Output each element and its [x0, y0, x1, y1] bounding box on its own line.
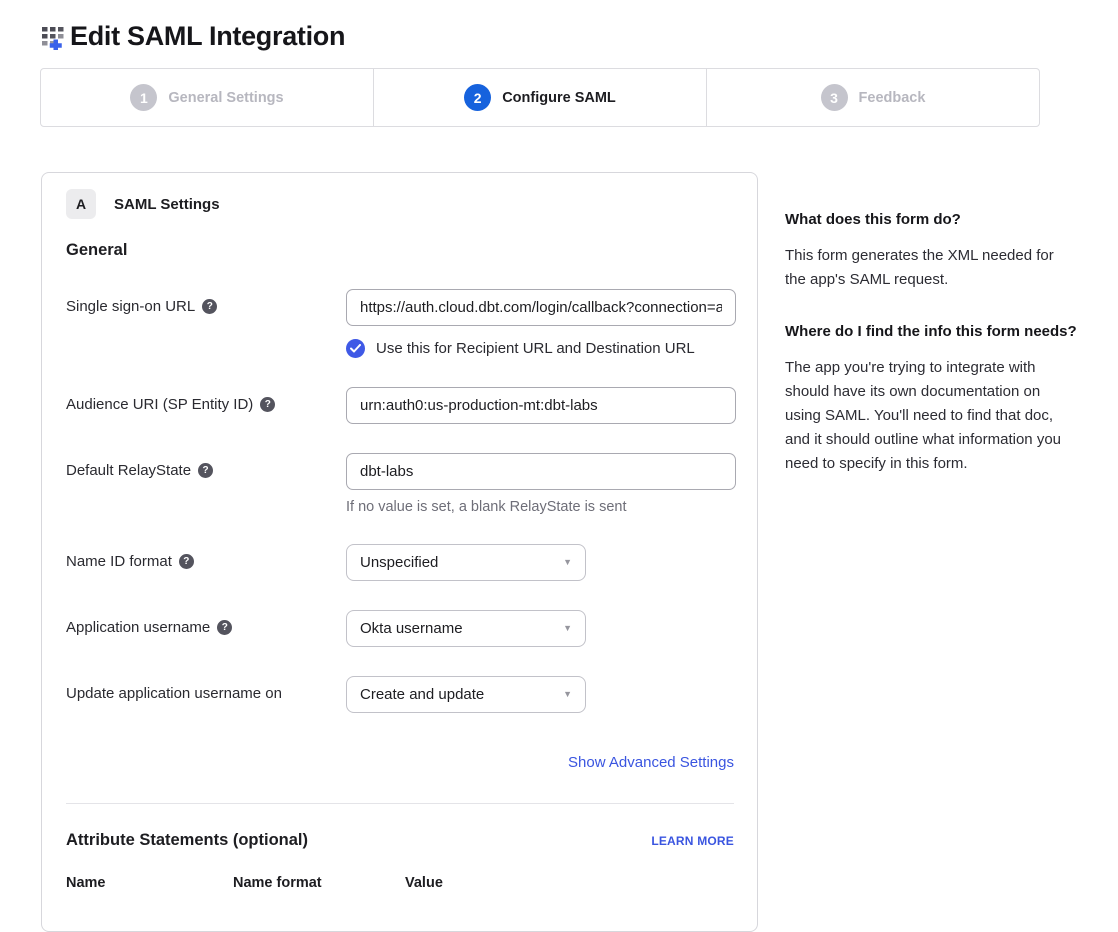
- name-id-format-label: Name ID format: [66, 553, 172, 572]
- audience-uri-input[interactable]: [346, 387, 736, 424]
- card-header: A SAML Settings: [66, 189, 734, 219]
- audience-uri-label: Audience URI (SP Entity ID): [66, 396, 253, 415]
- update-username-field: Create and update ▼: [346, 676, 734, 713]
- section-a-badge: A: [66, 189, 96, 219]
- application-username-label: Application username: [66, 619, 210, 638]
- relay-state-hint: If no value is set, a blank RelayState i…: [346, 499, 734, 515]
- selected-value: Unspecified: [360, 554, 438, 571]
- learn-more-link[interactable]: LEARN MORE: [651, 834, 734, 848]
- update-username-row: Update application username on Create an…: [66, 676, 734, 713]
- application-username-field: Okta username ▼: [346, 610, 734, 647]
- relay-state-input[interactable]: [346, 453, 736, 490]
- step-label: Feedback: [859, 90, 926, 106]
- step-label: General Settings: [168, 90, 283, 106]
- selected-value: Okta username: [360, 620, 463, 637]
- relay-state-field: If no value is set, a blank RelayState i…: [346, 453, 734, 515]
- sso-checkbox-row: Use this for Recipient URL and Destinati…: [346, 339, 734, 358]
- column-header-name: Name: [66, 875, 233, 891]
- audience-uri-row: Audience URI (SP Entity ID) ?: [66, 387, 734, 424]
- help-icon[interactable]: ?: [260, 397, 275, 412]
- selected-value: Create and update: [360, 686, 484, 703]
- chevron-down-icon: ▼: [563, 690, 572, 699]
- page-title: Edit SAML Integration: [70, 21, 345, 52]
- step-feedback[interactable]: 3 Feedback: [707, 69, 1039, 126]
- help-sidebar: What does this form do? This form genera…: [785, 172, 1078, 505]
- update-username-label: Update application username on: [66, 685, 282, 704]
- name-id-format-label-wrap: Name ID format ?: [66, 544, 346, 572]
- relay-state-label-wrap: Default RelayState ?: [66, 453, 346, 481]
- sidebar-question-2: Where do I find the info this form needs…: [785, 321, 1078, 343]
- step-general-settings[interactable]: 1 General Settings: [41, 69, 374, 126]
- name-id-format-row: Name ID format ? Unspecified ▼: [66, 544, 734, 581]
- update-username-label-wrap: Update application username on: [66, 676, 346, 704]
- sso-url-input[interactable]: [346, 289, 736, 326]
- sidebar-question-1: What does this form do?: [785, 209, 1078, 231]
- sidebar-answer-2: The app you're trying to integrate with …: [785, 356, 1078, 476]
- name-id-format-select[interactable]: Unspecified ▼: [346, 544, 586, 581]
- column-header-format: Name format: [233, 875, 405, 891]
- recipient-url-checkbox[interactable]: [346, 339, 365, 358]
- attribute-statements-title: Attribute Statements (optional): [66, 831, 308, 850]
- advanced-settings-row: Show Advanced Settings: [66, 754, 734, 772]
- show-advanced-settings-link[interactable]: Show Advanced Settings: [568, 754, 734, 771]
- application-username-select[interactable]: Okta username ▼: [346, 610, 586, 647]
- recipient-url-checkbox-label[interactable]: Use this for Recipient URL and Destinati…: [376, 340, 695, 357]
- checkmark-icon: [350, 344, 361, 353]
- grid-plus-icon: [40, 23, 67, 50]
- sso-url-row: Single sign-on URL ? Use this for Recipi…: [66, 289, 734, 358]
- attribute-statements-header: Attribute Statements (optional) LEARN MO…: [66, 831, 734, 850]
- help-icon[interactable]: ?: [198, 463, 213, 478]
- sso-url-field: Use this for Recipient URL and Destinati…: [346, 289, 734, 358]
- content-area: A SAML Settings General Single sign-on U…: [41, 172, 1078, 932]
- card-title: SAML Settings: [114, 196, 220, 213]
- sso-url-label: Single sign-on URL: [66, 298, 195, 317]
- column-header-value: Value: [405, 875, 734, 891]
- section-divider: [66, 803, 734, 804]
- update-username-select[interactable]: Create and update ▼: [346, 676, 586, 713]
- step-number-badge: 1: [130, 84, 157, 111]
- step-number-badge: 3: [821, 84, 848, 111]
- step-configure-saml[interactable]: 2 Configure SAML: [374, 69, 707, 126]
- name-id-format-field: Unspecified ▼: [346, 544, 734, 581]
- relay-state-row: Default RelayState ? If no value is set,…: [66, 453, 734, 515]
- step-label: Configure SAML: [502, 90, 616, 106]
- step-number-badge: 2: [464, 84, 491, 111]
- sso-url-label-wrap: Single sign-on URL ?: [66, 289, 346, 317]
- help-icon[interactable]: ?: [202, 299, 217, 314]
- help-icon[interactable]: ?: [217, 620, 232, 635]
- audience-uri-label-wrap: Audience URI (SP Entity ID) ?: [66, 387, 346, 415]
- application-username-row: Application username ? Okta username ▼: [66, 610, 734, 647]
- relay-state-label: Default RelayState: [66, 462, 191, 481]
- attribute-table-header: Name Name format Value: [66, 875, 734, 891]
- audience-uri-field: [346, 387, 734, 424]
- step-wizard: 1 General Settings 2 Configure SAML 3 Fe…: [40, 68, 1040, 127]
- page-header: Edit SAML Integration: [0, 0, 1118, 64]
- help-icon[interactable]: ?: [179, 554, 194, 569]
- saml-settings-card: A SAML Settings General Single sign-on U…: [41, 172, 758, 932]
- chevron-down-icon: ▼: [563, 558, 572, 567]
- chevron-down-icon: ▼: [563, 624, 572, 633]
- sidebar-answer-1: This form generates the XML needed for t…: [785, 244, 1078, 292]
- application-username-label-wrap: Application username ?: [66, 610, 346, 638]
- general-section-heading: General: [66, 241, 734, 260]
